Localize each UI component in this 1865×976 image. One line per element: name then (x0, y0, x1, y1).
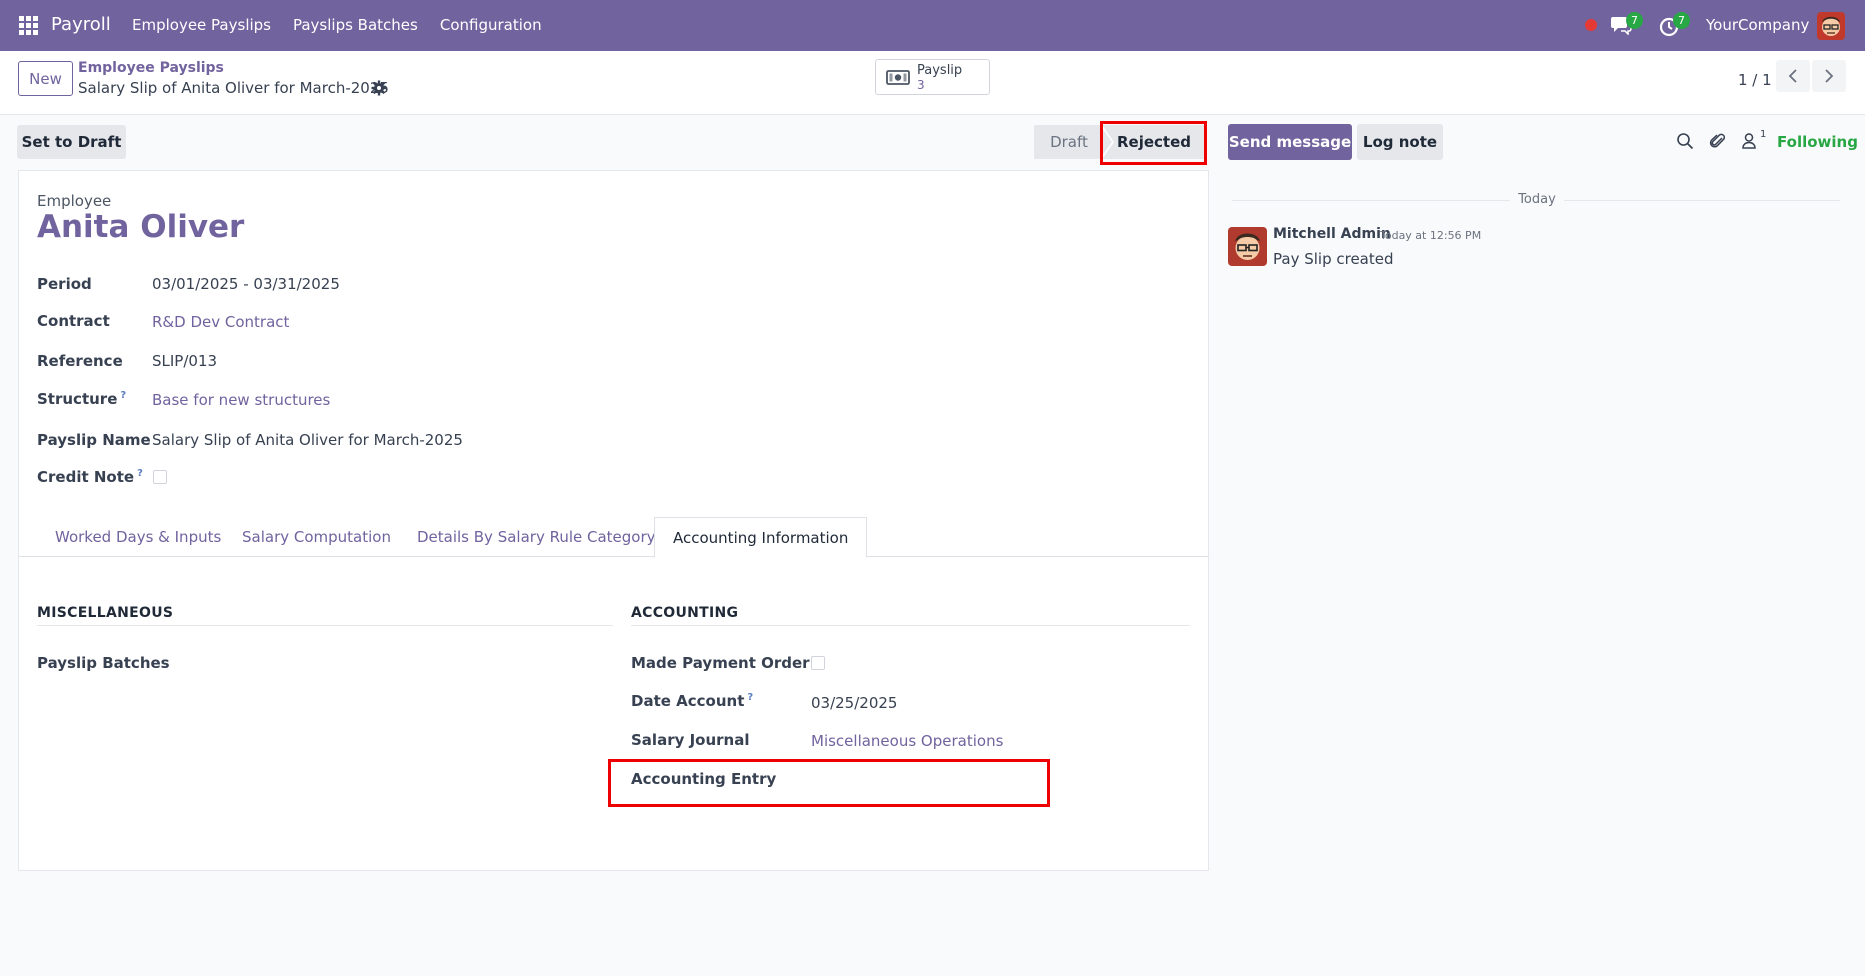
employee-name[interactable]: Anita Oliver (37, 209, 244, 245)
set-to-draft-button[interactable]: Set to Draft (17, 125, 126, 159)
followers-user-icon[interactable] (1741, 132, 1761, 152)
control-panel: New Employee Payslips Salary Slip of Ani… (0, 51, 1865, 115)
accounting-section-title: ACCOUNTING (631, 605, 739, 621)
message-body: Pay Slip created (1273, 250, 1394, 268)
period-label: Period (37, 275, 92, 293)
pager-value[interactable]: 1 / 1 (1738, 71, 1772, 89)
apps-menu-icon[interactable] (19, 16, 38, 35)
following-button[interactable]: Following (1777, 133, 1858, 151)
highlight-box-accounting-entry (608, 759, 1050, 807)
date-account-value[interactable]: 03/25/2025 (811, 694, 897, 712)
tab-details-by-salary-rule-category[interactable]: Details By Salary Rule Category (399, 517, 674, 557)
payslip-smart-button[interactable]: Payslip 3 (875, 59, 990, 95)
miscellaneous-divider (37, 625, 613, 626)
payslip-name-value[interactable]: Salary Slip of Anita Oliver for March-20… (152, 431, 463, 449)
credit-note-checkbox[interactable] (153, 470, 167, 484)
tab-accounting-information[interactable]: Accounting Information (654, 517, 868, 558)
recording-indicator-icon[interactable] (1585, 19, 1597, 31)
payslip-name-label: Payslip Name (37, 431, 151, 449)
tab-worked-days-inputs[interactable]: Worked Days & Inputs (37, 517, 239, 557)
menu-payslips-batches[interactable]: Payslips Batches (293, 16, 418, 34)
money-bill-icon (886, 70, 910, 85)
menu-employee-payslips[interactable]: Employee Payslips (132, 16, 271, 34)
reference-label: Reference (37, 352, 123, 370)
message-time: Today at 12:56 PM (1380, 229, 1482, 242)
paperclip-icon[interactable] (1709, 132, 1729, 152)
notebook-tabs: Worked Days & Inputs Salary Computation … (19, 517, 1209, 558)
follower-count: 1 (1760, 129, 1767, 140)
menu-configuration[interactable]: Configuration (440, 16, 542, 34)
tab-salary-computation[interactable]: Salary Computation (224, 517, 409, 557)
payslip-smart-count: 3 (917, 78, 925, 92)
employee-label: Employee (37, 192, 112, 210)
user-avatar[interactable] (1817, 12, 1845, 40)
structure-help-icon[interactable]: ? (120, 390, 126, 401)
chevron-right-icon (1825, 69, 1834, 83)
accounting-divider (631, 625, 1190, 626)
pager-previous-button[interactable] (1776, 60, 1810, 92)
breadcrumb-current: Salary Slip of Anita Oliver for March-20… (78, 79, 389, 97)
payslip-batches-label: Payslip Batches (37, 654, 170, 672)
send-message-button[interactable]: Send message (1228, 124, 1352, 160)
reference-value[interactable]: SLIP/013 (152, 352, 217, 370)
contract-label: Contract (37, 312, 110, 330)
search-icon[interactable] (1676, 132, 1696, 152)
top-navbar: Payroll Employee Payslips Payslips Batch… (0, 0, 1865, 51)
structure-link[interactable]: Base for new structures (152, 391, 330, 409)
payslip-smart-label: Payslip (917, 63, 963, 78)
date-separator-label: Today (1510, 192, 1564, 207)
salary-journal-label: Salary Journal (631, 731, 750, 749)
date-account-help-icon[interactable]: ? (747, 692, 753, 703)
structure-label: Structure? (37, 390, 127, 408)
breadcrumb-parent[interactable]: Employee Payslips (78, 60, 224, 76)
period-value[interactable]: 03/01/2025 - 03/31/2025 (152, 275, 340, 293)
miscellaneous-section-title: MISCELLANEOUS (37, 605, 174, 621)
activities-badge: 7 (1673, 12, 1690, 29)
made-payment-order-label: Made Payment Order ? (631, 654, 824, 672)
log-note-button[interactable]: Log note (1357, 124, 1443, 160)
credit-note-label: Credit Note? (37, 468, 143, 486)
made-payment-order-checkbox[interactable] (811, 656, 825, 670)
gear-icon[interactable] (371, 80, 387, 96)
date-account-label: Date Account? (631, 692, 754, 710)
app-name[interactable]: Payroll (51, 14, 111, 35)
company-switcher[interactable]: YourCompany (1706, 16, 1809, 34)
messages-badge: 7 (1626, 12, 1643, 29)
new-button[interactable]: New (18, 61, 73, 96)
credit-note-help-icon[interactable]: ? (137, 468, 143, 479)
message-author-avatar[interactable] (1228, 227, 1267, 266)
highlight-box-status (1100, 121, 1207, 165)
chevron-left-icon (1788, 69, 1797, 83)
message-author[interactable]: Mitchell Admin (1273, 226, 1391, 242)
pager-next-button[interactable] (1812, 60, 1846, 92)
salary-journal-link[interactable]: Miscellaneous Operations (811, 732, 1003, 750)
contract-link[interactable]: R&D Dev Contract (152, 313, 289, 331)
status-stage-draft[interactable]: Draft (1034, 125, 1104, 159)
main-menu: Employee Payslips Payslips Batches Confi… (132, 16, 542, 34)
